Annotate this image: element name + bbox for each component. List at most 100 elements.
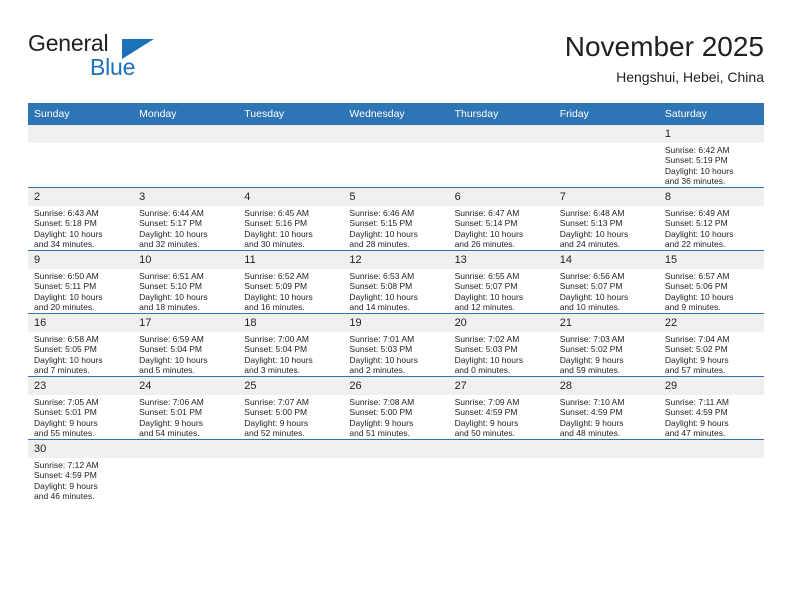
calendar-day-cell[interactable]: 17 Sunrise: 6:59 AM Sunset: 5:04 PM Dayligh…	[133, 313, 239, 377]
day-number	[448, 440, 554, 458]
daylight-text-line2: and 48 minutes.	[559, 428, 621, 439]
daylight-text-line1: Daylight: 10 hours	[454, 228, 524, 239]
day-details: Sunrise: 7:01 AM Sunset: 5:03 PM Daylight:…	[343, 332, 448, 376]
sunset-text: Sunset: 5:08 PM	[349, 281, 413, 292]
day-details: Sunrise: 6:53 AM Sunset: 5:08 PM Daylight:…	[343, 269, 448, 313]
day-number	[238, 125, 344, 143]
sunset-text: Sunset: 5:01 PM	[139, 407, 202, 418]
daylight-text-line1: Daylight: 10 hours	[664, 165, 734, 176]
calendar-day-cell[interactable]: 8 Sunrise: 6:49 AM Sunset: 5:12 PM Daylight…	[658, 187, 764, 251]
calendar-day-cell[interactable]: 7 Sunrise: 6:48 AM Sunset: 5:13 PM Daylight…	[553, 187, 659, 251]
calendar-day-cell[interactable]: 6 Sunrise: 6:47 AM Sunset: 5:14 PM Daylight…	[448, 187, 554, 251]
daylight-text-line2: and 18 minutes.	[139, 302, 200, 313]
title-block: November 2025 Hengshui, Hebei, China	[565, 30, 764, 88]
calendar-day-cell[interactable]: 20 Sunrise: 7:02 AM Sunset: 5:03 PM Dayligh…	[448, 313, 554, 377]
sunset-text: Sunset: 5:12 PM	[664, 218, 728, 229]
weekday-header-monday: Monday	[133, 103, 239, 125]
calendar-day-cell[interactable]: 24 Sunrise: 7:06 AM Sunset: 5:01 PM Dayligh…	[133, 376, 239, 440]
day-number: 13	[448, 251, 554, 269]
calendar-day-cell[interactable]: 25 Sunrise: 7:07 AM Sunset: 5:00 PM Dayligh…	[238, 376, 344, 440]
calendar-empty-cell	[133, 439, 239, 502]
day-number: 11	[238, 251, 344, 269]
sunrise-text: Sunrise: 6:44 AM	[139, 208, 204, 218]
calendar-day-cell[interactable]: 14 Sunrise: 6:56 AM Sunset: 5:07 PM Dayligh…	[553, 250, 659, 314]
daylight-text-line2: and 16 minutes.	[244, 302, 305, 313]
day-number: 28	[553, 377, 659, 395]
day-number: 12	[343, 251, 449, 269]
day-details: Sunrise: 7:11 AM Sunset: 4:59 PM Daylight:…	[659, 395, 764, 439]
sunset-text: Sunset: 5:07 PM	[454, 281, 518, 292]
day-number: 22	[658, 314, 764, 332]
day-details: Sunrise: 7:09 AM Sunset: 4:59 PM Daylight:…	[449, 395, 554, 439]
day-number: 2	[28, 188, 134, 206]
daylight-text-line2: and 2 minutes.	[349, 365, 406, 376]
sunset-text: Sunset: 5:14 PM	[454, 218, 518, 229]
daylight-text-line2: and 7 minutes.	[34, 365, 90, 376]
day-number: 26	[343, 377, 449, 395]
calendar-day-cell[interactable]: 4 Sunrise: 6:45 AM Sunset: 5:16 PM Daylight…	[238, 187, 344, 251]
sunset-text: Sunset: 5:15 PM	[349, 218, 413, 229]
calendar-day-cell[interactable]: 22 Sunrise: 7:04 AM Sunset: 5:02 PM Dayligh…	[658, 313, 764, 377]
day-number	[448, 125, 554, 143]
calendar-day-cell[interactable]: 11 Sunrise: 6:52 AM Sunset: 5:09 PM Dayligh…	[238, 250, 344, 314]
daylight-text-line1: Daylight: 10 hours	[664, 291, 734, 302]
sunrise-text: Sunrise: 7:06 AM	[139, 397, 204, 407]
day-number: 6	[448, 188, 554, 206]
daylight-text-line1: Daylight: 9 hours	[244, 417, 309, 428]
calendar-day-cell[interactable]: 23 Sunrise: 7:05 AM Sunset: 5:01 PM Dayligh…	[28, 376, 134, 440]
calendar-day-cell[interactable]: 18 Sunrise: 7:00 AM Sunset: 5:04 PM Dayligh…	[238, 313, 344, 377]
daylight-text-line1: Daylight: 10 hours	[139, 354, 208, 365]
calendar-day-cell[interactable]: 26 Sunrise: 7:08 AM Sunset: 5:00 PM Dayligh…	[343, 376, 449, 440]
sunrise-text: Sunrise: 7:02 AM	[454, 334, 520, 344]
daylight-text-line2: and 22 minutes.	[664, 239, 726, 250]
day-details: Sunrise: 6:46 AM Sunset: 5:15 PM Daylight:…	[343, 206, 448, 250]
daylight-text-line2: and 52 minutes.	[244, 428, 305, 439]
weekday-header-sunday: Sunday	[28, 103, 134, 125]
sunset-text: Sunset: 5:07 PM	[559, 281, 623, 292]
weekday-header-saturday: Saturday	[658, 103, 764, 125]
daylight-text-line2: and 30 minutes.	[244, 239, 305, 250]
calendar-day-cell[interactable]: 1 Sunrise: 6:42 AM Sunset: 5:19 PM Daylight…	[658, 125, 764, 188]
sunset-text: Sunset: 5:18 PM	[34, 218, 97, 229]
daylight-text-line2: and 28 minutes.	[349, 239, 410, 250]
day-number: 14	[553, 251, 659, 269]
calendar-day-cell[interactable]: 12 Sunrise: 6:53 AM Sunset: 5:08 PM Dayligh…	[343, 250, 449, 314]
sunrise-text: Sunrise: 6:45 AM	[244, 208, 310, 218]
calendar-day-cell[interactable]: 15 Sunrise: 6:57 AM Sunset: 5:06 PM Dayligh…	[658, 250, 764, 314]
calendar-day-cell[interactable]: 30 Sunrise: 7:12 AM Sunset: 4:59 PM Dayligh…	[28, 439, 134, 502]
calendar-week-row: 23 Sunrise: 7:05 AM Sunset: 5:01 PM Dayligh…	[28, 376, 764, 440]
calendar-day-cell[interactable]: 16 Sunrise: 6:58 AM Sunset: 5:05 PM Dayligh…	[28, 313, 134, 377]
calendar-day-cell[interactable]: 21 Sunrise: 7:03 AM Sunset: 5:02 PM Dayligh…	[553, 313, 659, 377]
calendar-day-cell[interactable]: 9 Sunrise: 6:50 AM Sunset: 5:11 PM Daylight…	[28, 250, 134, 314]
calendar-day-cell[interactable]: 3 Sunrise: 6:44 AM Sunset: 5:17 PM Daylight…	[133, 187, 239, 251]
sunrise-sunset-calendar: Sunday Monday Tuesday Wednesday Thursday…	[28, 103, 764, 502]
calendar-week-row: 9 Sunrise: 6:50 AM Sunset: 5:11 PM Daylight…	[28, 250, 764, 314]
calendar-day-cell[interactable]: 27 Sunrise: 7:09 AM Sunset: 4:59 PM Dayligh…	[448, 376, 554, 440]
day-details: Sunrise: 7:05 AM Sunset: 5:01 PM Daylight:…	[28, 395, 133, 439]
daylight-text-line2: and 55 minutes.	[34, 428, 95, 439]
day-details: Sunrise: 7:07 AM Sunset: 5:00 PM Daylight:…	[238, 395, 343, 439]
calendar-day-cell[interactable]: 28 Sunrise: 7:10 AM Sunset: 4:59 PM Dayligh…	[553, 376, 659, 440]
sunrise-text: Sunrise: 6:42 AM	[664, 145, 730, 155]
calendar-day-cell[interactable]: 2 Sunrise: 6:43 AM Sunset: 5:18 PM Daylight…	[28, 187, 134, 251]
calendar-day-cell[interactable]: 5 Sunrise: 6:46 AM Sunset: 5:15 PM Daylight…	[343, 187, 449, 251]
day-number: 8	[658, 188, 764, 206]
sunset-text: Sunset: 5:17 PM	[139, 218, 202, 229]
day-number	[343, 125, 449, 143]
sunrise-text: Sunrise: 6:43 AM	[34, 208, 99, 218]
sunset-text: Sunset: 5:02 PM	[664, 344, 728, 355]
day-number: 20	[448, 314, 554, 332]
daylight-text-line2: and 36 minutes.	[664, 176, 726, 187]
day-number: 27	[448, 377, 554, 395]
calendar-day-cell[interactable]: 29 Sunrise: 7:11 AM Sunset: 4:59 PM Dayligh…	[658, 376, 764, 440]
daylight-text-line1: Daylight: 10 hours	[139, 228, 208, 239]
page-header: General Blue November 2025 Hengshui, Heb…	[28, 30, 764, 96]
daylight-text-line1: Daylight: 10 hours	[244, 354, 313, 365]
sunrise-text: Sunrise: 6:55 AM	[454, 271, 520, 281]
day-number: 10	[133, 251, 239, 269]
calendar-empty-cell	[28, 125, 134, 188]
calendar-day-cell[interactable]: 19 Sunrise: 7:01 AM Sunset: 5:03 PM Dayligh…	[343, 313, 449, 377]
calendar-day-cell[interactable]: 10 Sunrise: 6:51 AM Sunset: 5:10 PM Dayligh…	[133, 250, 239, 314]
day-details: Sunrise: 6:52 AM Sunset: 5:09 PM Daylight:…	[238, 269, 343, 313]
calendar-day-cell[interactable]: 13 Sunrise: 6:55 AM Sunset: 5:07 PM Dayligh…	[448, 250, 554, 314]
